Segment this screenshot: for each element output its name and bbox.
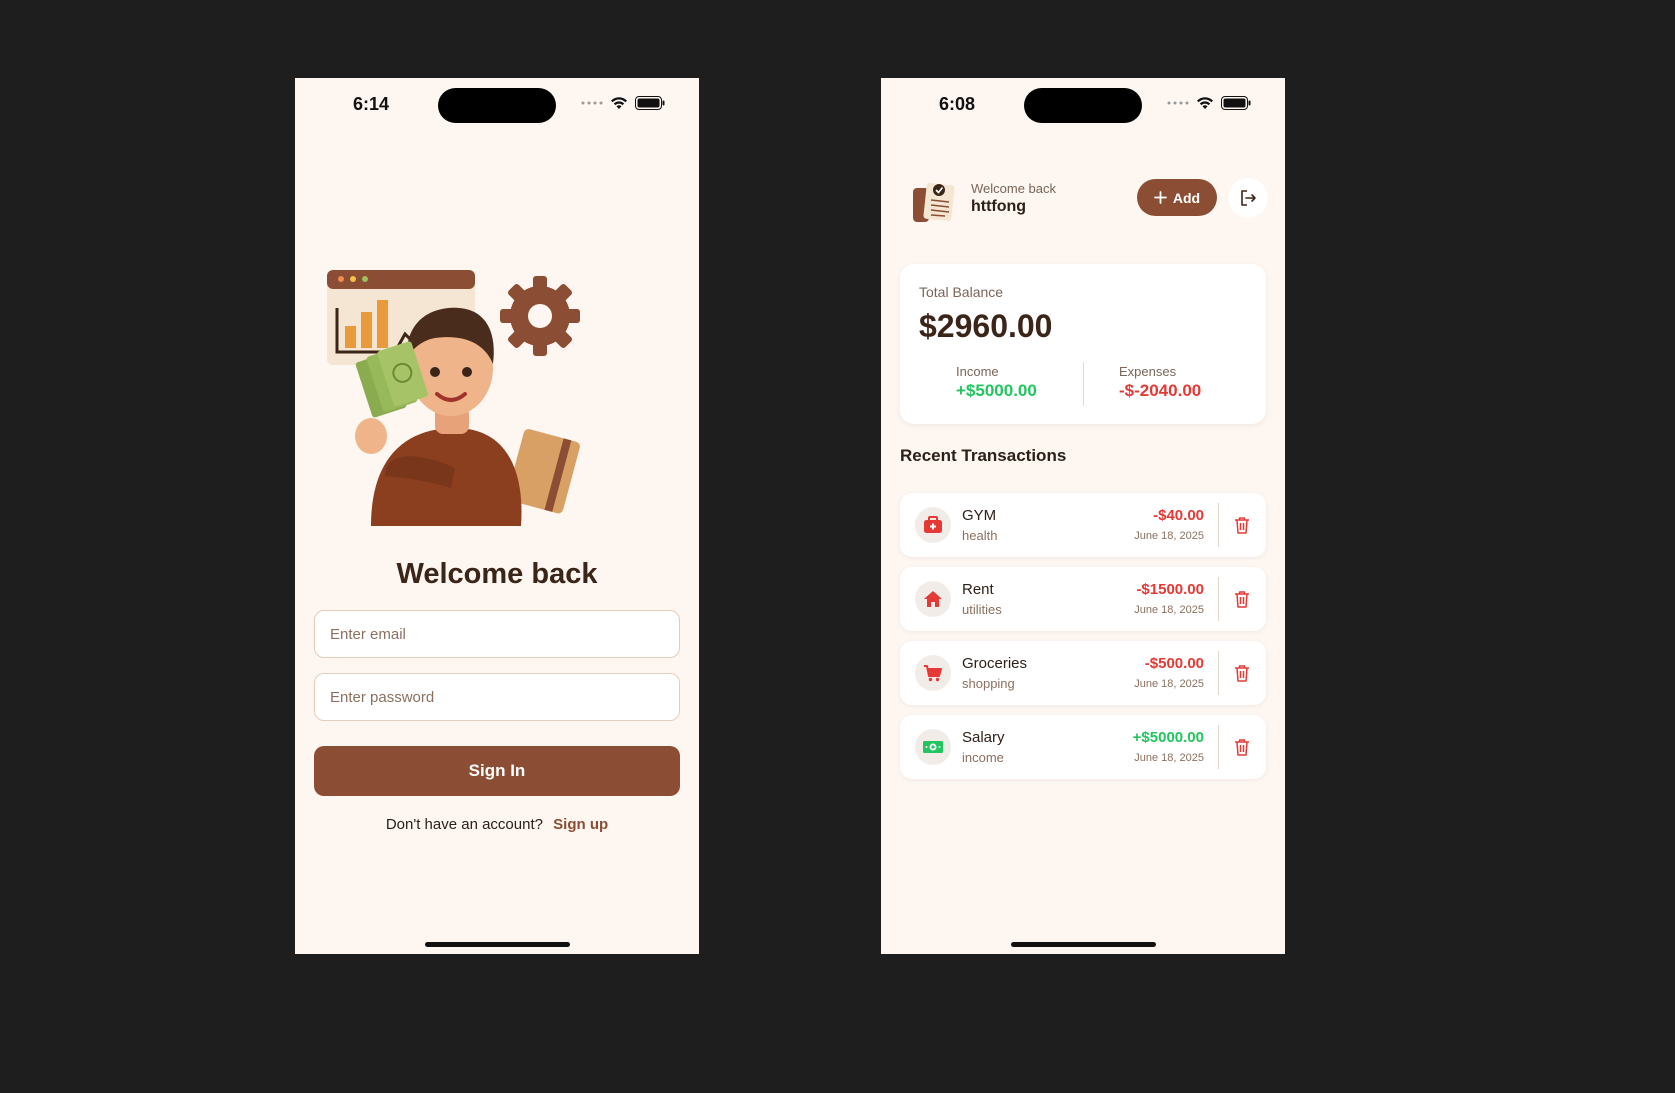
recent-transactions-title: Recent Transactions	[900, 446, 1067, 465]
transaction-row[interactable]: Groceries shopping -$500.00 June 18, 202…	[900, 641, 1266, 705]
trash-icon	[1235, 739, 1249, 756]
dynamic-island	[1024, 88, 1142, 123]
status-time: 6:08	[938, 94, 976, 114]
income-label: Income	[956, 364, 999, 379]
status-icons	[581, 96, 665, 110]
first-aid-kit-icon	[924, 516, 942, 533]
total-balance-label: Total Balance	[919, 284, 1004, 300]
delete-button[interactable]	[1230, 587, 1254, 611]
transaction-name: Rent	[962, 581, 994, 598]
transaction-category: utilities	[962, 602, 1002, 617]
logout-button[interactable]	[1228, 178, 1268, 218]
transaction-date: June 18, 2025	[1134, 752, 1204, 764]
sign-up-link[interactable]: Sign up	[553, 816, 608, 833]
battery-icon	[1221, 96, 1251, 110]
add-label: Add	[1172, 189, 1201, 206]
expenses-value: -$-2040.00	[1119, 381, 1202, 400]
transaction-date: June 18, 2025	[1134, 604, 1204, 616]
transaction-amount: -$40.00	[1153, 507, 1204, 524]
password-field[interactable]	[314, 673, 680, 721]
greeting-text: Welcome back	[971, 181, 1057, 196]
house-icon	[924, 591, 942, 607]
transaction-name: GYM	[962, 507, 997, 524]
finance-illustration	[327, 270, 580, 526]
transaction-amount: +$5000.00	[1132, 729, 1204, 746]
divider	[1218, 725, 1219, 769]
trash-icon	[1235, 517, 1249, 534]
transaction-category: shopping	[962, 676, 1015, 691]
username: httfong	[971, 198, 1027, 215]
status-icons	[1167, 96, 1251, 110]
expenses-label: Expenses	[1119, 364, 1177, 379]
cash-icon	[923, 741, 943, 753]
divider	[1218, 651, 1219, 695]
balance-card: Total Balance $2960.00 Income +$5000.00 …	[900, 264, 1266, 424]
wifi-icon	[1197, 97, 1213, 109]
delete-button[interactable]	[1230, 661, 1254, 685]
transaction-row[interactable]: Rent utilities -$1500.00 June 18, 2025	[900, 567, 1266, 631]
transaction-date: June 18, 2025	[1134, 678, 1204, 690]
total-balance-value: $2960.00	[919, 308, 1053, 344]
home-screen: 6:08 Welcome back httfong Add Total Bala…	[881, 78, 1285, 954]
income-value: +$5000.00	[956, 381, 1037, 400]
transaction-amount: -$1500.00	[1136, 581, 1204, 598]
divider	[1218, 503, 1219, 547]
transaction-icon-wrap	[915, 507, 951, 543]
transaction-amount: -$500.00	[1144, 655, 1204, 672]
transaction-icon-wrap	[915, 581, 951, 617]
transaction-category: health	[962, 528, 998, 543]
plus-icon	[1153, 191, 1167, 204]
cellular-signal-icon	[1167, 101, 1189, 105]
transaction-row[interactable]: Salary income +$5000.00 June 18, 2025	[900, 715, 1266, 779]
add-transaction-button[interactable]: Add	[1137, 179, 1217, 216]
logout-icon	[1241, 190, 1256, 206]
divider	[1218, 577, 1219, 621]
transaction-name: Salary	[962, 729, 1005, 746]
home-indicator[interactable]	[1011, 942, 1156, 947]
delete-button[interactable]	[1230, 513, 1254, 537]
sign-in-button[interactable]: Sign In	[314, 746, 680, 796]
login-screen: 6:14 Welcome back Enter email Sign In Do…	[295, 78, 699, 954]
transaction-icon-wrap	[915, 729, 951, 765]
shopping-cart-icon	[924, 665, 942, 682]
home-indicator[interactable]	[425, 942, 570, 947]
battery-icon	[635, 96, 665, 110]
no-account-text: Don't have an account?	[385, 816, 543, 833]
page-title: Welcome back	[396, 558, 598, 590]
trash-icon	[1235, 591, 1249, 608]
transaction-category: income	[962, 750, 1004, 765]
transaction-row[interactable]: GYM health -$40.00 June 18, 2025	[900, 493, 1266, 557]
delete-button[interactable]	[1230, 735, 1254, 759]
email-field[interactable]	[314, 610, 680, 658]
transaction-name: Groceries	[962, 655, 1028, 672]
dynamic-island	[438, 88, 556, 123]
status-time: 6:14	[352, 94, 390, 114]
signup-prompt: Don't have an account? Sign up	[295, 816, 699, 833]
transaction-icon-wrap	[915, 655, 951, 691]
transaction-date: June 18, 2025	[1134, 530, 1204, 542]
divider	[1083, 362, 1084, 406]
wifi-icon	[611, 97, 627, 109]
trash-icon	[1235, 665, 1249, 682]
avatar[interactable]	[909, 178, 957, 226]
cellular-signal-icon	[581, 101, 603, 105]
